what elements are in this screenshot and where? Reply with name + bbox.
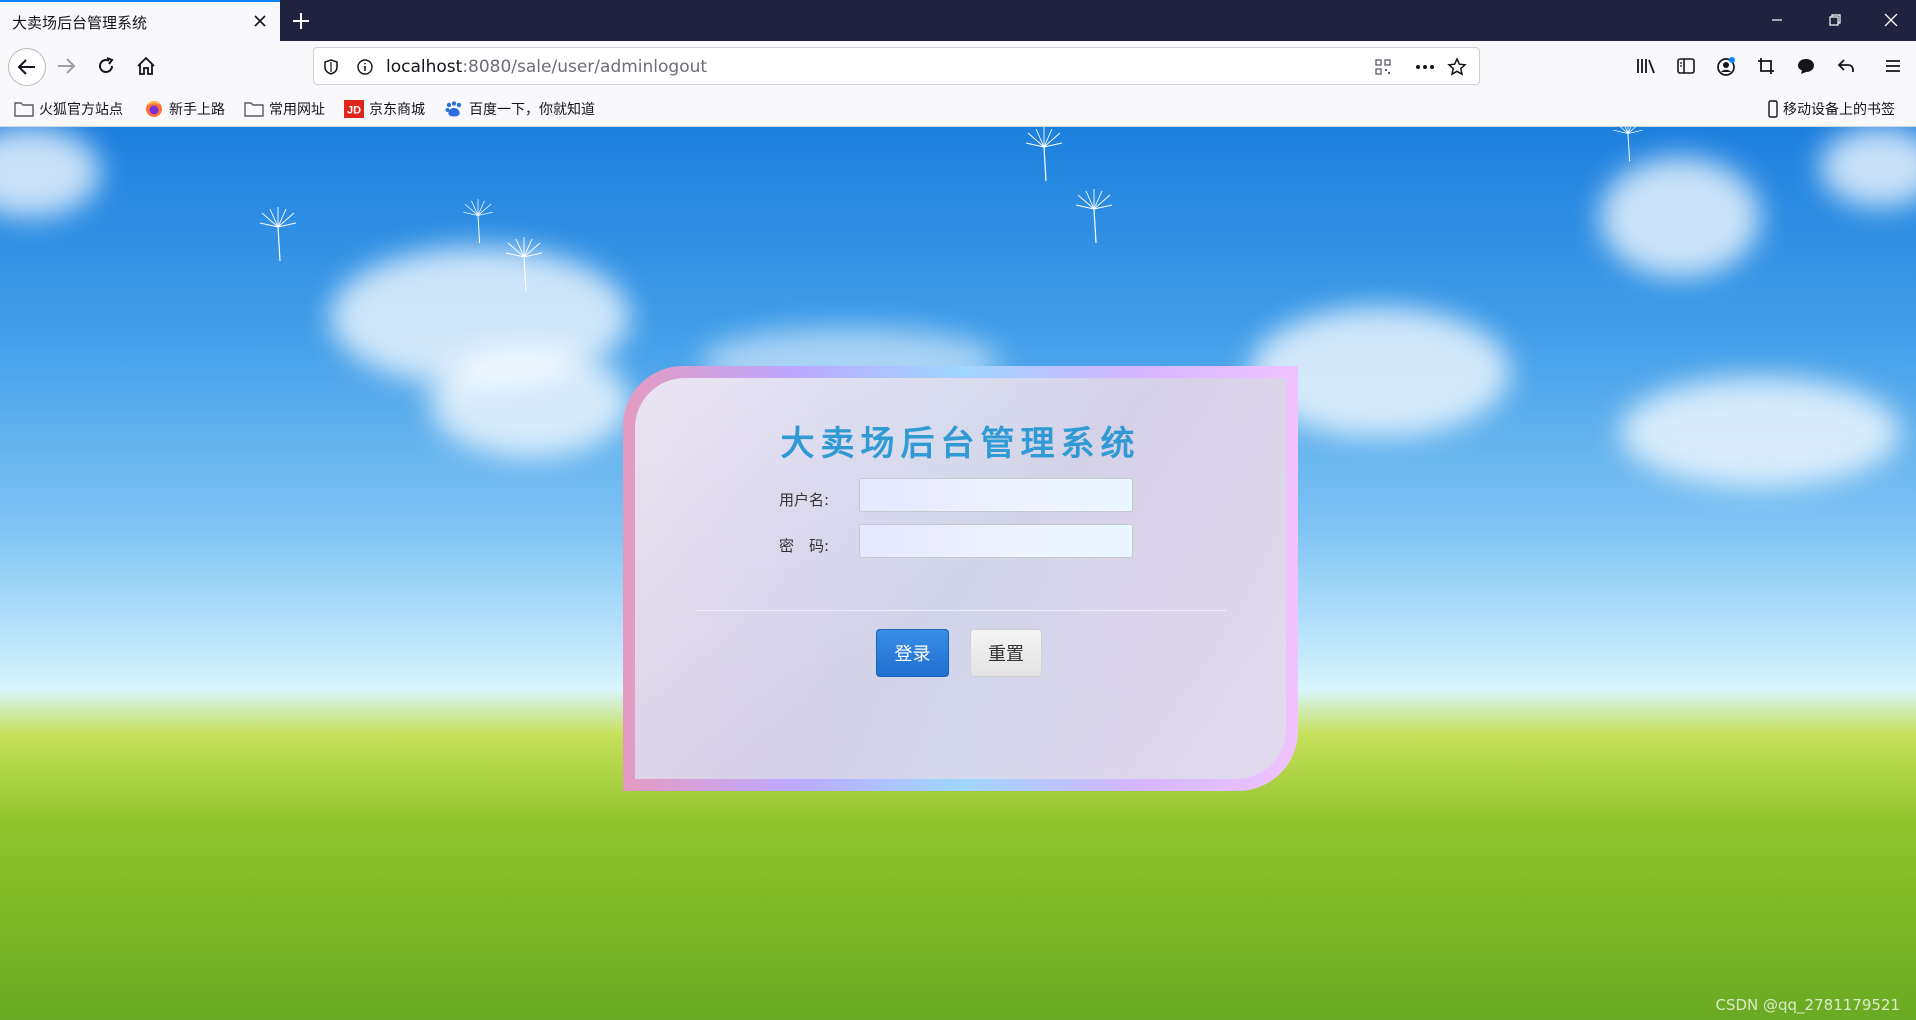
folder-icon (244, 102, 264, 117)
dandelion-seed-icon (505, 237, 543, 292)
bookmarks-bar: 火狐官方站点 新手上路 常用网址 JD 京东商城 百度一下，你就知道 移动设备上… (0, 91, 1916, 127)
bookmark-item[interactable]: 新手上路 (144, 99, 225, 119)
password-input[interactable] (859, 524, 1133, 558)
bookmark-label: 百度一下，你就知道 (469, 102, 595, 118)
username-label: 用户名: (779, 491, 830, 509)
cloud-decoration (1820, 127, 1916, 207)
url-path: :8080/sale/user/adminlogout (462, 57, 708, 77)
undo-arrow-icon[interactable] (1833, 53, 1859, 79)
mobile-bookmarks-label: 移动设备上的书签 (1783, 102, 1895, 118)
account-icon[interactable] (1713, 53, 1739, 79)
tab-bar: 大卖场后台管理系统 (0, 0, 1916, 41)
chat-bubble-icon[interactable] (1793, 53, 1819, 79)
cloud-decoration (430, 347, 630, 457)
bookmark-item[interactable]: 火狐官方站点 (14, 99, 123, 119)
navigation-toolbar: localhost:8080/sale/user/adminlogout (0, 41, 1916, 91)
username-input[interactable] (859, 478, 1133, 512)
jd-icon: JD (344, 100, 364, 118)
info-icon[interactable] (354, 56, 376, 78)
new-tab-icon[interactable] (288, 8, 314, 34)
mobile-device-icon (1768, 100, 1778, 118)
login-button[interactable]: 登录 (876, 629, 949, 677)
url-host: localhost (386, 57, 463, 77)
screenshot-icon[interactable] (1753, 53, 1779, 79)
bookmark-star-icon[interactable] (1446, 56, 1468, 78)
tab-title: 大卖场后台管理系统 (12, 14, 148, 32)
sidebar-icon[interactable] (1673, 53, 1699, 79)
bookmark-item[interactable]: 常用网址 (244, 99, 325, 119)
shield-icon[interactable] (320, 56, 342, 78)
minimize-icon[interactable] (1764, 8, 1790, 32)
forward-arrow-icon[interactable] (50, 50, 82, 82)
cloud-decoration (0, 127, 100, 217)
login-panel: 大卖场后台管理系统 用户名: 密 码: 登录 重置 (623, 366, 1298, 791)
login-form: 大卖场后台管理系统 用户名: 密 码: 登录 重置 (635, 378, 1286, 779)
form-divider (695, 610, 1226, 611)
bookmark-item[interactable]: 百度一下，你就知道 (444, 99, 595, 119)
password-label: 密 码: (779, 537, 830, 555)
page-title: 大卖场后台管理系统 (780, 424, 1141, 464)
folder-icon (14, 102, 34, 117)
baidu-icon (445, 101, 462, 117)
bookmark-label: 常用网址 (269, 102, 325, 118)
url-text[interactable]: localhost:8080/sale/user/adminlogout (386, 57, 707, 77)
page-viewport: 大卖场后台管理系统 用户名: 密 码: 登录 重置 CSDN @qq_27811… (0, 127, 1916, 1020)
close-tab-icon[interactable] (250, 11, 270, 31)
bookmark-label: 京东商城 (369, 102, 425, 118)
svg-text:JD: JD (347, 105, 361, 117)
dandelion-seed-icon (1613, 127, 1643, 162)
window-close-icon[interactable] (1878, 8, 1904, 32)
dandelion-seed-icon (1075, 189, 1113, 244)
mobile-bookmarks[interactable]: 移动设备上的书签 (1768, 99, 1895, 119)
back-arrow-icon[interactable] (8, 48, 46, 86)
more-actions-icon[interactable] (1414, 56, 1436, 78)
reload-icon[interactable] (90, 50, 122, 82)
cloud-decoration (1600, 157, 1760, 277)
reset-button[interactable]: 重置 (970, 629, 1042, 677)
address-bar[interactable]: localhost:8080/sale/user/adminlogout (313, 47, 1480, 85)
dandelion-seed-icon (1025, 127, 1063, 182)
library-icon[interactable] (1633, 53, 1659, 79)
bookmark-label: 火狐官方站点 (39, 102, 123, 118)
bookmark-label: 新手上路 (169, 102, 225, 118)
firefox-icon (146, 101, 162, 117)
bookmark-item[interactable]: JD 京东商城 (344, 99, 425, 119)
watermark-text: CSDN @qq_2781179521 (1715, 996, 1900, 1014)
qr-code-icon[interactable] (1372, 56, 1394, 78)
menu-hamburger-icon[interactable] (1880, 53, 1906, 79)
restore-icon[interactable] (1822, 8, 1848, 32)
cloud-decoration (1620, 377, 1900, 487)
dandelion-seed-icon (259, 207, 297, 262)
home-icon[interactable] (130, 50, 162, 82)
active-tab[interactable]: 大卖场后台管理系统 (0, 0, 280, 41)
dandelion-seed-icon (463, 199, 493, 244)
